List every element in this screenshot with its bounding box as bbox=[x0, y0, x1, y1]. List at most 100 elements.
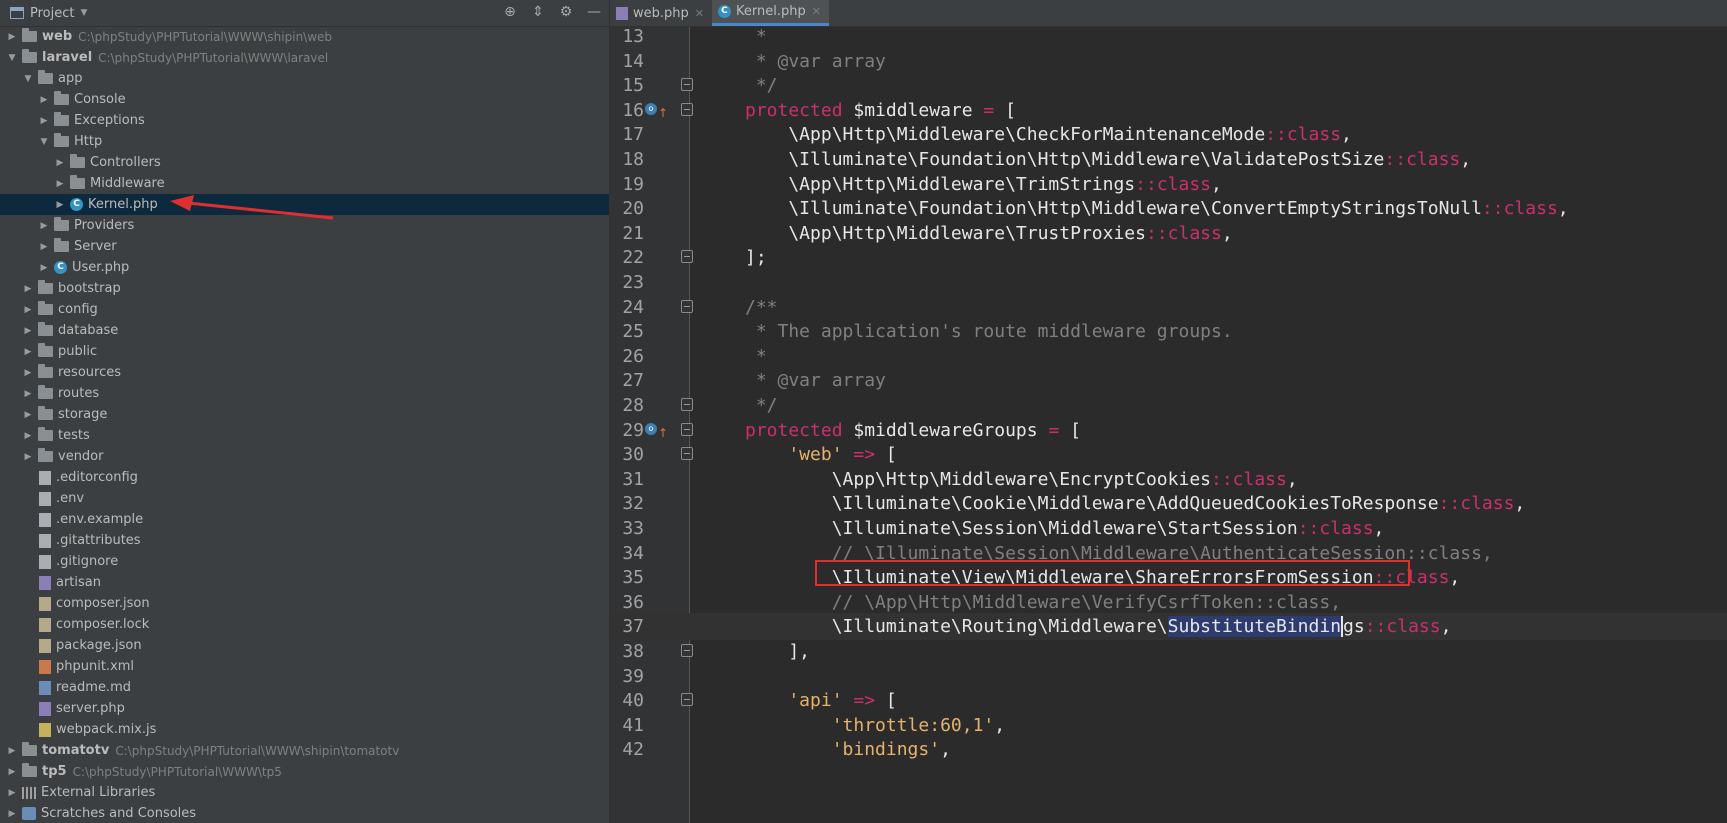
tree-item[interactable]: ▶ C Kernel.php bbox=[0, 194, 609, 215]
tree-item[interactable]: ▶ Middleware bbox=[0, 173, 609, 194]
code-line[interactable]: 41 'throttle:60,1', bbox=[610, 712, 1727, 739]
tree-item[interactable]: artisan bbox=[0, 572, 609, 593]
tree-item[interactable]: ▶ database bbox=[0, 320, 609, 341]
close-icon[interactable]: ✕ bbox=[812, 5, 821, 18]
target-icon[interactable]: ⊕ bbox=[501, 4, 519, 20]
code-line[interactable]: 22]; bbox=[610, 244, 1727, 271]
tree-item[interactable]: webpack.mix.js bbox=[0, 719, 609, 740]
fold-marker-icon[interactable] bbox=[681, 447, 693, 461]
tree-item[interactable]: ▶ Providers bbox=[0, 215, 609, 236]
code-line[interactable]: 42 'bindings', bbox=[610, 736, 1727, 763]
tree-item[interactable]: phpunit.xml bbox=[0, 656, 609, 677]
code-line[interactable]: 14 * @var array bbox=[610, 48, 1727, 75]
fold-marker-icon[interactable] bbox=[681, 102, 693, 116]
tree-item[interactable]: ▶ tp5 C:\phpStudy\PHPTutorial\WWW\tp5 bbox=[0, 761, 609, 782]
code-line[interactable]: 28 */ bbox=[610, 392, 1727, 419]
code-line[interactable]: 18 \Illuminate\Foundation\Http\Middlewar… bbox=[610, 146, 1727, 173]
chevron-right-icon[interactable]: ▶ bbox=[22, 431, 34, 441]
code-area[interactable]: 13 * 14 * @var array 15 */16 o ↑ protected $m… bbox=[610, 26, 1727, 823]
tree-item[interactable]: ▶ Scratches and Consoles bbox=[0, 803, 609, 823]
tree-item[interactable]: ▶ config bbox=[0, 299, 609, 320]
code-line[interactable]: 37 \Illuminate\Routing\Middleware\Substi… bbox=[610, 613, 1727, 641]
code-line[interactable]: 34 // \Illuminate\Session\Middleware\Aut… bbox=[610, 540, 1727, 567]
collapse-icon[interactable]: ⇕ bbox=[529, 4, 547, 20]
tree-item[interactable]: ▶ bootstrap bbox=[0, 278, 609, 299]
close-icon[interactable]: ✕ bbox=[695, 7, 704, 20]
fold-marker-icon[interactable] bbox=[681, 644, 693, 657]
code-line[interactable]: 29 o ↑ protected $middlewareGroups = [ bbox=[610, 417, 1727, 444]
project-panel-title[interactable]: Project bbox=[30, 6, 74, 21]
tree-item[interactable]: ▼ Http bbox=[0, 131, 609, 152]
chevron-right-icon[interactable]: ▶ bbox=[54, 179, 66, 189]
chevron-right-icon[interactable]: ▶ bbox=[38, 116, 50, 126]
tree-item[interactable]: ▶ tomatotv C:\phpStudy\PHPTutorial\WWW\shi… bbox=[0, 740, 609, 761]
code-line[interactable]: 39 bbox=[610, 663, 1727, 690]
chevron-right-icon[interactable]: ▶ bbox=[54, 200, 66, 210]
chevron-right-icon[interactable]: ▶ bbox=[6, 809, 18, 819]
fold-marker-icon[interactable] bbox=[681, 422, 693, 436]
chevron-right-icon[interactable]: ▶ bbox=[38, 263, 50, 273]
chevron-right-icon[interactable]: ▶ bbox=[54, 158, 66, 168]
chevron-right-icon[interactable]: ▶ bbox=[22, 347, 34, 357]
code-line[interactable]: 32 \Illuminate\Cookie\Middleware\AddQueu… bbox=[610, 490, 1727, 517]
code-line[interactable]: 35 \Illuminate\View\Middleware\ShareErro… bbox=[610, 564, 1727, 591]
chevron-right-icon[interactable]: ▶ bbox=[38, 242, 50, 252]
tree-item[interactable]: ▶ routes bbox=[0, 383, 609, 404]
chevron-right-icon[interactable]: ▶ bbox=[22, 389, 34, 399]
tree-item[interactable]: .env bbox=[0, 488, 609, 509]
gear-icon[interactable]: ⚙ bbox=[557, 4, 575, 20]
tree-item[interactable]: .editorconfig bbox=[0, 467, 609, 488]
code-line[interactable]: 31 \App\Http\Middleware\EncryptCookies::… bbox=[610, 466, 1727, 493]
code-line[interactable]: 30 'web' => [ bbox=[610, 441, 1727, 468]
tree-item[interactable]: ▶ web C:\phpStudy\PHPTutorial\WWW\shipin\w… bbox=[0, 26, 609, 47]
code-line[interactable]: 16 o ↑ protected $middleware = [ bbox=[610, 97, 1727, 124]
tree-item[interactable]: ▶ resources bbox=[0, 362, 609, 383]
tree-item[interactable]: package.json bbox=[0, 635, 609, 656]
tree-item[interactable]: ▶ External Libraries bbox=[0, 782, 609, 803]
chevron-right-icon[interactable]: ▶ bbox=[6, 32, 18, 42]
chevron-right-icon[interactable]: ▶ bbox=[22, 410, 34, 420]
code-line[interactable]: 38 ], bbox=[610, 638, 1727, 665]
chevron-down-icon[interactable]: ▼ bbox=[22, 74, 34, 84]
code-line[interactable]: 20 \Illuminate\Foundation\Http\Middlewar… bbox=[610, 195, 1727, 222]
override-icon[interactable]: o bbox=[645, 102, 657, 115]
tree-item[interactable]: ▶ Exceptions bbox=[0, 110, 609, 131]
tree-item[interactable]: ▶ vendor bbox=[0, 446, 609, 467]
tree-item[interactable]: ▼ laravel C:\phpStudy\PHPTutorial\WWW\lara… bbox=[0, 47, 609, 68]
chevron-right-icon[interactable]: ▶ bbox=[38, 95, 50, 105]
chevron-down-icon[interactable]: ▼ bbox=[6, 53, 18, 63]
code-line[interactable]: 17 \App\Http\Middleware\CheckForMaintena… bbox=[610, 121, 1727, 148]
minimize-icon[interactable]: — bbox=[585, 4, 603, 20]
fold-marker-icon[interactable] bbox=[681, 398, 693, 411]
chevron-down-icon[interactable]: ▼ bbox=[80, 8, 87, 18]
tree-item[interactable]: .env.example bbox=[0, 509, 609, 530]
chevron-right-icon[interactable]: ▶ bbox=[22, 284, 34, 294]
tree-item[interactable]: ▶ C User.php bbox=[0, 257, 609, 278]
tree-item[interactable]: ▶ storage bbox=[0, 404, 609, 425]
fold-marker-icon[interactable] bbox=[681, 299, 693, 313]
chevron-right-icon[interactable]: ▶ bbox=[38, 221, 50, 231]
code-line[interactable]: 36 // \App\Http\Middleware\VerifyCsrfTok… bbox=[610, 589, 1727, 616]
tree-item[interactable]: ▶ tests bbox=[0, 425, 609, 446]
chevron-right-icon[interactable]: ▶ bbox=[22, 452, 34, 462]
code-line[interactable]: 27 * @var array bbox=[610, 367, 1727, 394]
tree-item[interactable]: composer.lock bbox=[0, 614, 609, 635]
tree-item[interactable]: composer.json bbox=[0, 593, 609, 614]
code-line[interactable]: 40 'api' => [ bbox=[610, 687, 1727, 714]
code-line[interactable]: 24 /** bbox=[610, 294, 1727, 321]
tree-item[interactable]: ▶ Server bbox=[0, 236, 609, 257]
tree-item[interactable]: ▼ app bbox=[0, 68, 609, 89]
tree-item[interactable]: ▶ Controllers bbox=[0, 152, 609, 173]
fold-marker-icon[interactable] bbox=[681, 693, 693, 707]
code-line[interactable]: 21 \App\Http\Middleware\TrustProxies::cl… bbox=[610, 220, 1727, 247]
fold-marker-icon[interactable] bbox=[681, 78, 693, 92]
chevron-right-icon[interactable]: ▶ bbox=[6, 767, 18, 777]
code-line[interactable]: 13 * bbox=[610, 23, 1727, 50]
chevron-right-icon[interactable]: ▶ bbox=[22, 368, 34, 378]
code-line[interactable]: 19 \App\Http\Middleware\TrimStrings::cla… bbox=[610, 171, 1727, 198]
override-icon[interactable]: o bbox=[645, 422, 657, 435]
chevron-down-icon[interactable]: ▼ bbox=[38, 137, 50, 147]
tree-item[interactable]: ▶ public bbox=[0, 341, 609, 362]
tree-item[interactable]: .gitattributes bbox=[0, 530, 609, 551]
tree-item[interactable]: ▶ Console bbox=[0, 89, 609, 110]
